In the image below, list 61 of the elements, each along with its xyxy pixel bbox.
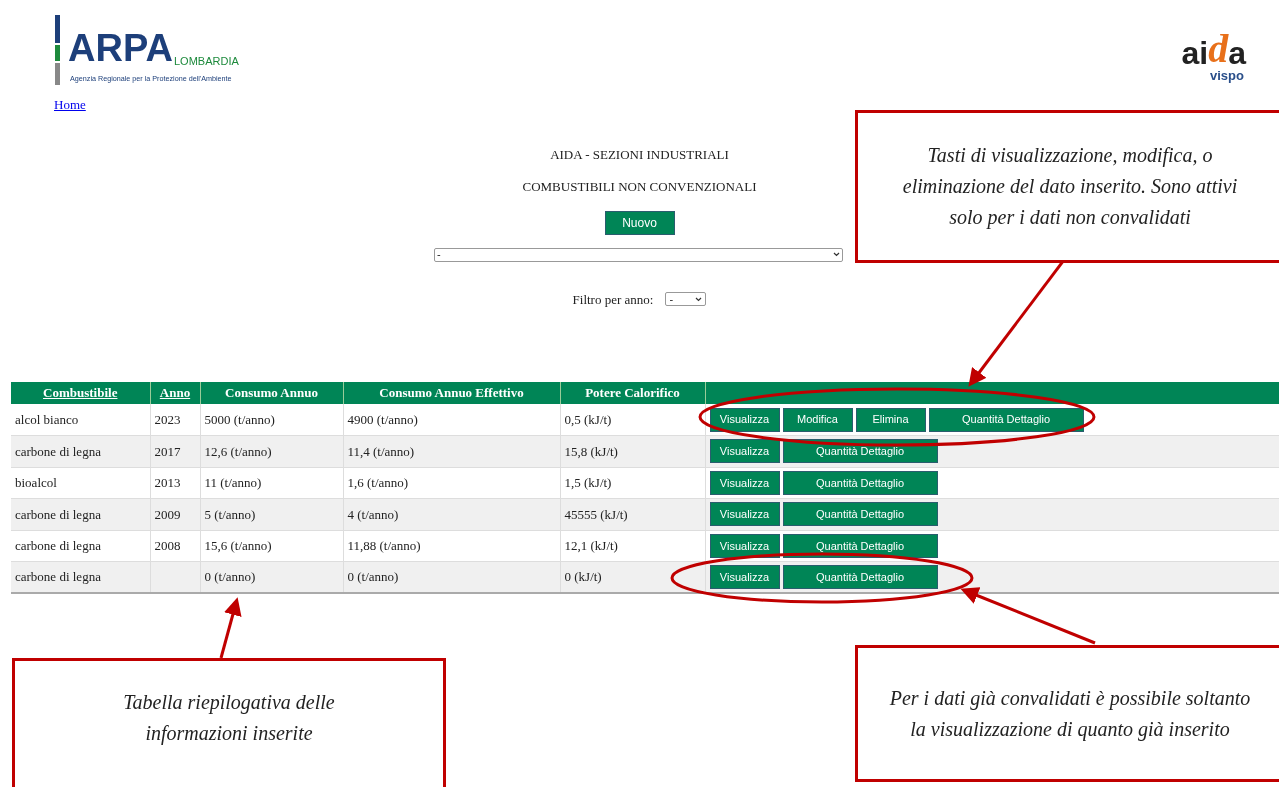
table-cell: 2023 [150,404,200,436]
table-cell: 45555 (kJ/t) [560,498,705,530]
table-cell: carbone di legna [11,498,150,530]
table-cell: 11 (t/anno) [200,467,343,499]
table-cell: 4 (t/anno) [343,498,560,530]
table-cell: carbone di legna [11,530,150,562]
table-cell: 5 (t/anno) [200,498,343,530]
table-cell: 12,1 (kJ/t) [560,530,705,562]
table-cell: 2013 [150,467,200,499]
callout-text: Per i dati già convalidati è possibile soltanto la visualizzazione di quanto già inserito [888,685,1252,743]
table-cell: carbone di legna [11,561,150,593]
logo-text: ARPA [68,27,173,69]
table-cell: 1,6 (t/anno) [343,467,560,499]
action-button[interactable]: Visualizza [709,533,780,558]
column-header: Potere Calorifico [560,382,705,404]
action-button[interactable]: Visualizza [709,439,780,464]
column-header-link[interactable]: Anno [159,385,191,401]
table-cell: 2008 [150,530,200,562]
action-button[interactable]: Visualizza [709,407,780,432]
table-cell: 15,8 (kJ/t) [560,435,705,467]
page-title: AIDA - SEZIONI INDUSTRIALI [550,145,729,164]
logo-bars-icon [55,15,60,85]
table-cell: alcol bianco [11,404,150,436]
action-button[interactable]: Visualizza [709,502,780,527]
action-button[interactable]: Modifica [782,407,853,432]
filter-label: Filtro per anno: [572,290,654,309]
table-cell: 1,5 (kJ/t) [560,467,705,499]
year-select[interactable]: - [665,292,707,307]
table-cell: 0 (t/anno) [343,561,560,593]
table-cell: 0 (t/anno) [200,561,343,593]
new-button[interactable]: Nuovo [604,210,675,235]
action-button[interactable]: Quantità Dettaglio [928,407,1084,432]
column-header: Consumo Annuo Effettivo [343,382,560,404]
page-title: COMBUSTIBILI NON CONVENZIONALI [522,178,757,196]
table-cell: 0,5 (kJ/t) [560,404,705,436]
action-button[interactable]: Visualizza [709,470,780,495]
chevron-down-icon [833,252,840,257]
action-button[interactable]: Quantità Dettaglio [782,470,938,495]
table-cell: 11,88 (t/anno) [343,530,560,562]
table-cell: 11,4 (t/anno) [343,435,560,467]
callout-text: Tasti di visualizzazione, modifica, o eliminazione del dato inserito. Sono attivi solo per i dati non convalidati [901,143,1239,231]
column-header: Consumo Annuo [200,382,343,404]
action-button[interactable]: Quantità Dettaglio [782,502,938,527]
table-cell: 2009 [150,498,200,530]
dropdown-select[interactable]: - [434,247,843,262]
aida-logo: aida vispo [1181,29,1246,82]
callout-text: Tabella riepilogativa delle informazioni inserite [122,690,336,747]
action-button[interactable]: Quantità Dettaglio [782,565,938,589]
table-cell: 4900 (t/anno) [343,404,560,436]
table-cell: carbone di legna [11,435,150,467]
chevron-down-icon [695,296,703,302]
table-cell: 15,6 (t/anno) [200,530,343,562]
table-cell: bioalcol [11,467,150,499]
action-button[interactable]: Elimina [855,407,926,432]
home-link[interactable]: Home [54,95,240,115]
table-cell: 2017 [150,435,200,467]
column-header-link[interactable]: Combustibile [43,385,118,401]
table-cell: 12,6 (t/anno) [200,435,343,467]
table-cell: 5000 (t/anno) [200,404,343,436]
logo-region: LOMBARDIA [174,55,239,67]
action-button[interactable]: Visualizza [709,565,780,589]
